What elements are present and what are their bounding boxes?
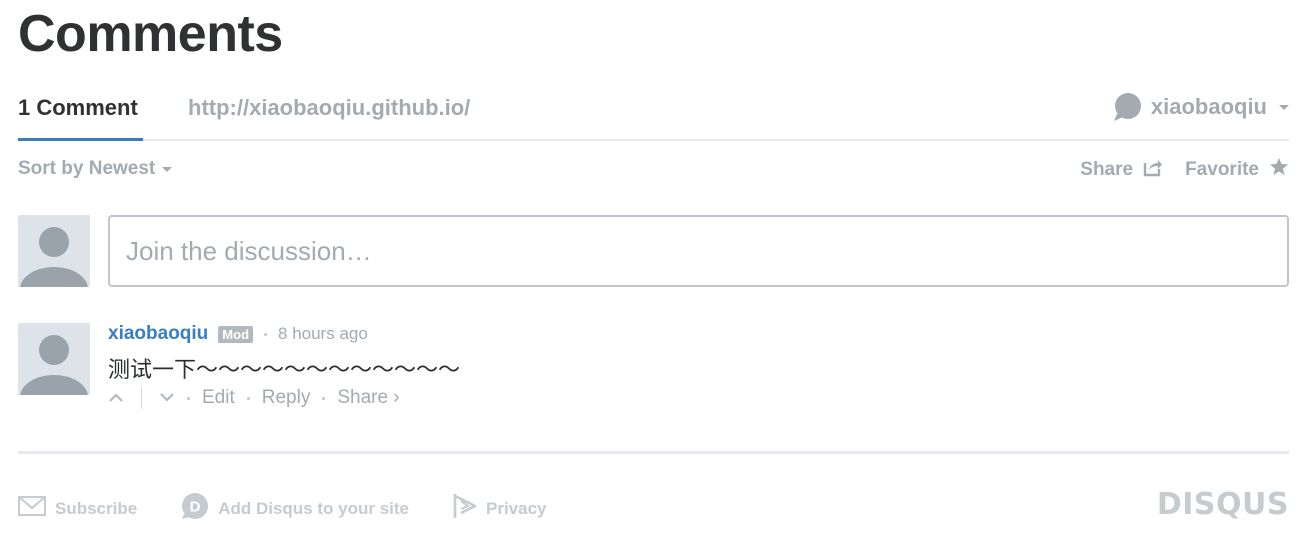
share-label: Share bbox=[1080, 159, 1134, 180]
speech-bubble-icon bbox=[1113, 92, 1143, 122]
add-disqus-label: Add Disqus to your site bbox=[218, 498, 409, 518]
svg-text:D: D bbox=[190, 499, 201, 516]
separator-dot bbox=[187, 396, 190, 400]
comment-author-avatar[interactable] bbox=[18, 323, 90, 395]
separator-dot bbox=[246, 396, 250, 400]
comment-header: xiaobaoqiu Mod 8 hours ago bbox=[108, 322, 368, 346]
comment-input[interactable] bbox=[110, 217, 1287, 285]
star-icon bbox=[1269, 157, 1289, 183]
comment-timestamp[interactable]: 8 hours ago bbox=[278, 324, 368, 344]
subscribe-label: Subscribe bbox=[55, 498, 138, 518]
subscribe-link[interactable]: Subscribe bbox=[18, 496, 137, 521]
downvote-icon[interactable] bbox=[159, 387, 175, 409]
current-user-avatar bbox=[18, 215, 90, 287]
tab-comment-count[interactable]: 1 Comment bbox=[18, 95, 138, 121]
privacy-label: Privacy bbox=[486, 498, 547, 518]
privacy-link[interactable]: Privacy bbox=[453, 492, 547, 525]
envelope-icon bbox=[18, 496, 46, 521]
page-title: Comments bbox=[18, 5, 283, 63]
reply-link[interactable]: Reply bbox=[262, 387, 311, 409]
edit-link[interactable]: Edit bbox=[202, 387, 235, 409]
add-disqus-link[interactable]: D Add Disqus to your site bbox=[181, 492, 409, 525]
favorite-label: Favorite bbox=[1185, 159, 1259, 180]
user-menu[interactable]: xiaobaoqiu bbox=[1113, 92, 1289, 122]
share-comment-link[interactable]: Share › bbox=[337, 387, 399, 409]
share-thread-button[interactable]: Share bbox=[1080, 157, 1163, 183]
footer: Subscribe D Add Disqus to your site Priv… bbox=[18, 451, 1289, 541]
vote-divider bbox=[141, 387, 142, 409]
comment-author[interactable]: xiaobaoqiu bbox=[108, 323, 208, 345]
favorite-button[interactable]: Favorite bbox=[1185, 157, 1289, 183]
user-name: xiaobaoqiu bbox=[1150, 94, 1267, 119]
mod-badge: Mod bbox=[218, 325, 254, 343]
separator-dot bbox=[264, 332, 268, 336]
compose-box[interactable] bbox=[108, 215, 1289, 287]
active-tab-indicator bbox=[18, 138, 143, 141]
footer-links: Subscribe D Add Disqus to your site Priv… bbox=[18, 492, 547, 525]
chevron-down-icon bbox=[162, 166, 173, 172]
tab-site-url[interactable]: http://xiaobaoqiu.github.io/ bbox=[188, 95, 470, 121]
separator-dot bbox=[322, 396, 326, 400]
disqus-d-icon: D bbox=[181, 492, 209, 525]
comment-body: 测试一下～～～～～～～～～～～～ bbox=[108, 358, 461, 383]
share-icon bbox=[1143, 157, 1163, 183]
privacy-icon bbox=[453, 492, 477, 525]
disqus-logo[interactable]: DISQUS bbox=[1157, 487, 1289, 522]
thread-actions: Share Favorite bbox=[1080, 157, 1289, 183]
upvote-icon[interactable] bbox=[108, 387, 124, 409]
sort-dropdown[interactable]: Sort by Newest bbox=[18, 158, 173, 180]
sort-label: Sort by Newest bbox=[18, 158, 156, 179]
thread-nav: 1 Comment http://xiaobaoqiu.github.io/ x… bbox=[18, 88, 1289, 141]
comment-actions: Edit Reply Share › bbox=[108, 386, 400, 410]
chevron-down-icon bbox=[1279, 104, 1289, 110]
